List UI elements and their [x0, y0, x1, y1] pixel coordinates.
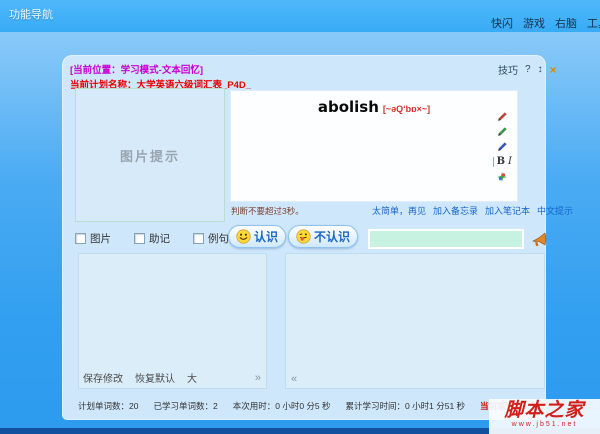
detail-panel: 保存修改 恢复默认 大 » — [78, 253, 267, 389]
save-changes-button[interactable]: 保存修改 — [83, 370, 123, 385]
picture-checkbox[interactable]: 图片 — [75, 231, 111, 246]
menu-item-tools[interactable]: 工具 — [587, 15, 600, 31]
plan-word-count: 计划单词数：20 — [78, 401, 139, 411]
know-button-label: 认识 — [254, 230, 279, 244]
add-notebook-link[interactable]: 加入笔记本 — [485, 204, 530, 217]
green-pencil-icon[interactable] — [497, 126, 508, 137]
spelling-input[interactable] — [368, 229, 524, 249]
chinese-hint-link[interactable]: 中文提示 — [537, 204, 573, 217]
close-button[interactable]: × — [550, 64, 557, 76]
image-hint-label: 图片提示 — [119, 148, 180, 164]
italic-button[interactable]: I — [508, 156, 512, 167]
smile-face-icon — [236, 229, 251, 244]
total-study-time: 累计学习时间：0 小时1 分51 秒 — [345, 401, 466, 411]
pin-button[interactable]: ↕ — [538, 64, 543, 75]
app-window: 功能导航 快闪 游戏 右脑 工具 [当前位置：学习模式-文本回忆] 当前计划名称… — [0, 0, 600, 434]
detail-buttons: 保存修改 恢复默认 大 » — [83, 370, 261, 386]
color-star-icon[interactable] — [496, 171, 508, 183]
watermark-title: 脚本之家 — [504, 399, 585, 421]
annotation-toolbar: B I — [492, 111, 512, 183]
add-memo-link[interactable]: 加入备忘录 — [433, 204, 478, 217]
quick-links: 太简单，再见 加入备忘录 加入笔记本 中文提示 — [372, 204, 573, 217]
blue-pencil-icon[interactable] — [497, 141, 508, 152]
word-card: abolish [~əQʻbɒ×~] B I — [230, 90, 518, 202]
picture-checkbox-label: 图片 — [90, 233, 111, 245]
learned-word-count: 已学习单词数：2 — [153, 401, 218, 411]
mnemonic-checkbox-label: 助记 — [149, 233, 170, 245]
title-bar: 功能导航 快闪 游戏 右脑 工具 — [0, 0, 600, 32]
text-style-buttons: B I — [492, 156, 512, 167]
note-panel: « — [285, 253, 545, 389]
dont-know-button[interactable]: 不认识 — [288, 225, 359, 248]
hint-options: 图片 助记 例句 — [75, 231, 229, 246]
mnemonic-checkbox[interactable]: 助记 — [134, 231, 170, 246]
breadcrumb: [当前位置：学习模式-文本回忆] — [70, 65, 203, 76]
image-hint-panel: 图片提示 — [75, 88, 225, 222]
checkbox-icon[interactable] — [75, 233, 86, 244]
divider — [492, 156, 494, 167]
status-bar: 计划单词数：20 已学习单词数：2 本次用时：0 小时0 分5 秒 累计学习时间… — [78, 400, 600, 412]
example-checkbox-label: 例句 — [208, 233, 229, 245]
tongue-face-icon — [296, 229, 311, 244]
too-easy-link[interactable]: 太简单，再见 — [372, 204, 426, 217]
bold-button[interactable]: B — [497, 156, 505, 167]
checkbox-icon[interactable] — [134, 233, 145, 244]
tips-link[interactable]: 技巧 — [498, 62, 518, 77]
phonetic-text: [~əQʻbɒ×~] — [382, 104, 431, 114]
session-time: 本次用时：0 小时0 分5 秒 — [232, 401, 331, 411]
menu-item-flash[interactable]: 快闪 — [491, 15, 513, 31]
audio-horn-icon[interactable] — [531, 229, 549, 249]
watermark: 脚本之家 www.jb51.net — [489, 399, 600, 434]
red-pencil-icon[interactable] — [497, 111, 508, 122]
restore-default-button[interactable]: 恢复默认 — [135, 370, 175, 385]
current-word: abolish — [317, 98, 379, 116]
collapse-chevron[interactable]: « — [291, 373, 297, 385]
watermark-url: www.jb51.net — [511, 421, 578, 428]
menu-item-rightbrain[interactable]: 右脑 — [555, 15, 577, 31]
example-checkbox[interactable]: 例句 — [193, 231, 229, 246]
window-title: 功能导航 — [9, 9, 53, 21]
judge-time-hint: 判断不要超过3秒。 — [231, 206, 304, 216]
expand-chevron[interactable]: » — [255, 372, 261, 384]
know-button[interactable]: 认识 — [228, 225, 287, 248]
top-menu: 快闪 游戏 右脑 工具 — [491, 15, 600, 31]
checkbox-icon[interactable] — [193, 233, 204, 244]
font-size-button[interactable]: 大 — [187, 370, 197, 385]
panel-controls: 技巧 ? ↕ × — [498, 62, 557, 78]
dont-know-button-label: 不认识 — [314, 230, 351, 244]
menu-item-game[interactable]: 游戏 — [523, 15, 545, 31]
word-line: abolish [~əQʻbɒ×~] — [231, 98, 517, 117]
help-button[interactable]: ? — [525, 64, 531, 75]
